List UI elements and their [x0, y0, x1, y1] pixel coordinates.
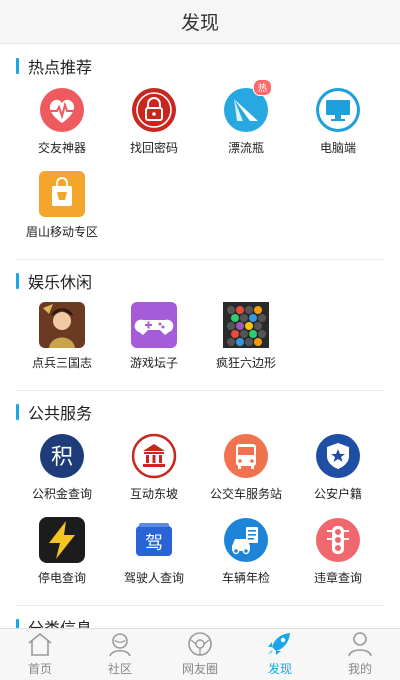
- grid-item-vehicle-inspection[interactable]: 车辆年检: [200, 517, 292, 601]
- grid-item-label: 疯狂六边形: [215, 356, 276, 370]
- grid-item-drift-bottle[interactable]: 热 漂流瓶: [200, 79, 292, 171]
- grid-item-crazy-hexagon[interactable]: 疯狂六边形: [200, 302, 292, 386]
- driver-license-icon: 驾: [131, 517, 177, 563]
- section-hot-recommend: 热点推荐 交友神器 找回密码 热 漂流瓶 电脑端 眉山移动专区: [0, 45, 400, 255]
- hot-badge: 热: [253, 79, 273, 96]
- tab-label: 社区: [107, 662, 132, 676]
- grid-item-recover-password[interactable]: 找回密码: [108, 87, 200, 171]
- grid-item-label: 电脑端: [319, 141, 356, 155]
- monitor-icon: [315, 87, 361, 133]
- traffic-light-icon: [315, 517, 361, 563]
- tab-label: 发现: [267, 662, 292, 676]
- tab-label: 网友圈: [181, 662, 218, 676]
- grid-item-dating[interactable]: 交友神器: [16, 87, 108, 171]
- grid-item-power-outage[interactable]: 停电查询: [16, 517, 108, 601]
- grid-item-label: 互动东坡: [129, 487, 178, 501]
- fund-icon: 积: [39, 433, 85, 479]
- heart-pulse-icon: [39, 87, 85, 133]
- tab-discover[interactable]: 发现: [240, 629, 320, 680]
- section-title: 分类信息: [28, 615, 92, 628]
- section-accent-bar: [16, 58, 19, 74]
- grid-item-label: 车辆年检: [221, 571, 270, 585]
- tab-community[interactable]: 社区: [80, 629, 160, 680]
- tab-friends-circle[interactable]: 网友圈: [160, 629, 240, 680]
- grid-item-label: 点兵三国志: [31, 356, 92, 370]
- section-title: 公共服务: [28, 404, 93, 423]
- government-building-icon: [131, 433, 177, 479]
- section-accent-bar: [16, 273, 19, 289]
- grid-item-interactive-dongpo[interactable]: 互动东坡: [108, 433, 200, 517]
- top-bar: 发现: [0, 0, 400, 44]
- grid-item-label: 违章查询: [313, 571, 362, 585]
- car-inspection-icon: [223, 517, 269, 563]
- grid-item-housing-fund[interactable]: 积 公积金查询: [16, 433, 108, 517]
- lightning-icon: [39, 517, 85, 563]
- bus-icon: [223, 433, 269, 479]
- bottom-tab-bar: 首页 社区 网友圈 发现 我的: [0, 628, 400, 680]
- tab-label: 我的: [347, 662, 372, 676]
- tab-label: 首页: [27, 662, 52, 676]
- friends-circle-icon: [185, 629, 215, 659]
- home-icon: [25, 629, 55, 659]
- section-accent-bar: [16, 619, 19, 628]
- section-public-services: 公共服务 积 公积金查询 互动东坡 公交车服务站 公安户籍 停电查询 驾 驾驶人…: [0, 391, 400, 601]
- grid-item-police-registry[interactable]: 公安户籍: [292, 433, 384, 517]
- grid-item-label: 交友神器: [37, 141, 86, 155]
- shopping-bag-icon: [39, 171, 85, 217]
- grid-item-label: 驾驶人查询: [123, 571, 184, 585]
- game-character-icon: [39, 302, 85, 348]
- grid-item-three-kingdoms[interactable]: 点兵三国志: [16, 302, 108, 386]
- grid-item-desktop[interactable]: 电脑端: [292, 87, 384, 171]
- gamepad-icon: [131, 302, 177, 348]
- grid-item-label: 找回密码: [129, 141, 178, 155]
- user-icon: [345, 629, 375, 659]
- grid-item-label: 公安户籍: [313, 487, 362, 501]
- grid-item-game-forum[interactable]: 游戏坛子: [108, 302, 200, 386]
- lock-icon: [131, 87, 177, 133]
- paper-plane-icon: 热: [223, 79, 273, 133]
- page-title: 发现: [180, 12, 219, 34]
- section-title: 热点推荐: [28, 58, 93, 77]
- grid-item-label: 停电查询: [37, 571, 86, 585]
- community-icon: [105, 629, 135, 659]
- driver-glyph: 驾: [145, 533, 163, 554]
- fund-glyph: 积: [51, 445, 73, 470]
- tab-home[interactable]: 首页: [0, 629, 80, 680]
- grid-item-label: 公交车服务站: [209, 487, 282, 501]
- discover-content[interactable]: 热点推荐 交友神器 找回密码 热 漂流瓶 电脑端 眉山移动专区 娱乐休闲 点兵三…: [0, 45, 400, 628]
- section-classifieds: 分类信息: [0, 606, 400, 628]
- grid-item-driver-query[interactable]: 驾 驾驶人查询: [108, 517, 200, 601]
- grid-item-meishan-mobile[interactable]: 眉山移动专区: [16, 171, 108, 255]
- grid-item-label: 眉山移动专区: [25, 225, 98, 239]
- section-accent-bar: [16, 404, 19, 420]
- rocket-icon: [265, 629, 295, 659]
- section-entertainment: 娱乐休闲 点兵三国志 游戏坛子 疯狂六边形: [0, 260, 400, 386]
- section-title: 娱乐休闲: [28, 273, 93, 292]
- grid-item-label: 漂流瓶: [227, 141, 264, 155]
- grid-item-label: 公积金查询: [31, 487, 92, 501]
- grid-item-label: 游戏坛子: [129, 356, 178, 370]
- police-badge-icon: [315, 433, 361, 479]
- grid-item-bus-station[interactable]: 公交车服务站: [200, 433, 292, 517]
- hexagon-puzzle-icon: [223, 302, 269, 348]
- tab-mine[interactable]: 我的: [320, 629, 400, 680]
- grid-item-traffic-violation[interactable]: 违章查询: [292, 517, 384, 601]
